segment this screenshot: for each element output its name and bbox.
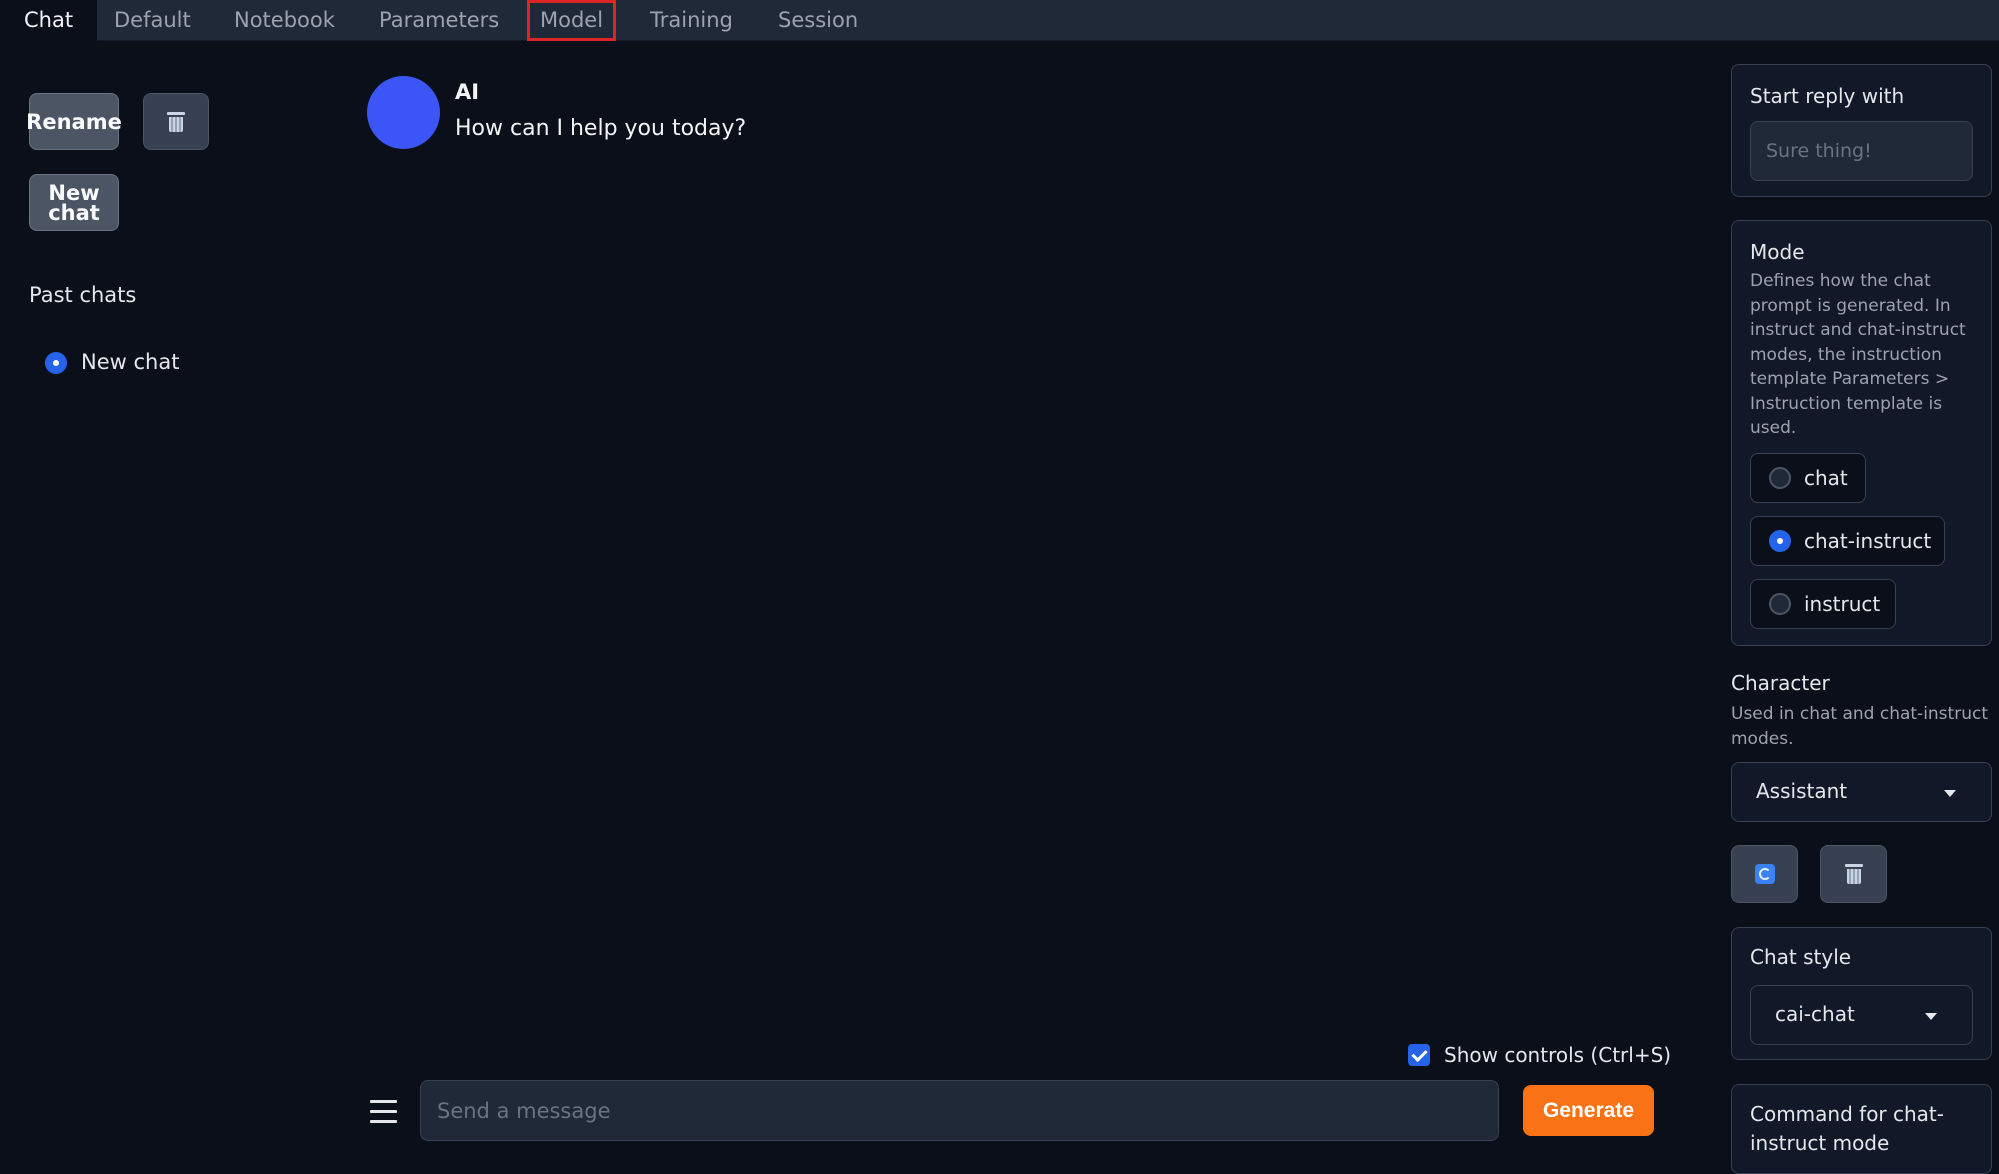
mode-label-chat: chat (1804, 466, 1848, 490)
mode-option-chat[interactable]: chat (1750, 453, 1866, 503)
hamburger-menu-icon[interactable] (370, 1100, 397, 1124)
generate-button[interactable]: Generate (1523, 1085, 1654, 1136)
tab-parameters[interactable]: Parameters (379, 0, 499, 41)
command-panel: Command for chat-instruct mode (1731, 1084, 1992, 1174)
past-chat-radio[interactable] (45, 352, 67, 374)
tab-default[interactable]: Default (114, 0, 191, 41)
delete-chat-button[interactable] (143, 93, 209, 150)
mode-radio-instruct[interactable] (1769, 593, 1791, 615)
mode-title: Mode (1750, 240, 1805, 264)
mode-radio-chat-instruct[interactable] (1769, 530, 1791, 552)
mode-description: Defines how the chat prompt is generated… (1750, 271, 1966, 438)
delete-character-button[interactable] (1820, 845, 1887, 903)
start-reply-title: Start reply with (1750, 84, 1905, 108)
mode-option-instruct[interactable]: instruct (1750, 579, 1896, 629)
tab-training[interactable]: Training (650, 0, 733, 41)
tab-bar: Chat Default Notebook Parameters Model T… (0, 0, 1999, 41)
new-chat-button[interactable]: New chat (29, 174, 119, 231)
trash-icon (1844, 864, 1863, 884)
character-description: Used in chat and chat-instruct modes. (1731, 704, 1988, 749)
show-controls-toggle[interactable]: Show controls (Ctrl+S) (1408, 1042, 1671, 1068)
message-author: AI (455, 80, 480, 104)
show-controls-checkbox[interactable] (1408, 1044, 1430, 1066)
caret-down-icon (1925, 1013, 1937, 1020)
mode-panel: Mode Defines how the chat prompt is gene… (1731, 220, 1992, 646)
tab-chat[interactable]: Chat (0, 0, 98, 41)
character-value: Assistant (1756, 779, 1848, 803)
message-input[interactable] (420, 1080, 1499, 1141)
message-text: How can I help you today? (455, 116, 747, 141)
caret-down-icon (1944, 790, 1956, 797)
trash-icon (167, 111, 185, 132)
chat-style-title: Chat style (1750, 945, 1852, 969)
past-chat-item[interactable]: New chat (45, 350, 225, 376)
character-dropdown[interactable]: Assistant (1731, 762, 1992, 822)
chat-style-panel: Chat style cai-chat (1731, 927, 1992, 1060)
show-controls-label: Show controls (Ctrl+S) (1444, 1043, 1672, 1067)
chat-style-dropdown[interactable]: cai-chat (1750, 985, 1973, 1045)
command-title: Command for chat-instruct mode (1750, 1102, 1944, 1155)
tab-session[interactable]: Session (778, 0, 858, 41)
start-reply-input[interactable] (1750, 121, 1973, 181)
mode-label-instruct: instruct (1804, 592, 1881, 616)
ai-avatar (367, 76, 440, 149)
past-chat-label: New chat (81, 350, 180, 374)
refresh-character-button[interactable] (1731, 845, 1798, 903)
start-reply-panel: Start reply with (1731, 64, 1992, 197)
past-chats-label: Past chats (29, 283, 137, 307)
refresh-icon (1754, 864, 1775, 884)
character-title: Character (1731, 671, 1830, 695)
tab-model[interactable]: Model (527, 0, 617, 41)
chat-style-value: cai-chat (1775, 1002, 1855, 1026)
rename-button[interactable]: Rename (26, 93, 122, 150)
mode-radio-chat[interactable] (1769, 467, 1791, 489)
mode-label-chat-instruct: chat-instruct (1804, 529, 1932, 553)
tab-notebook[interactable]: Notebook (234, 0, 335, 41)
mode-option-chat-instruct[interactable]: chat-instruct (1750, 516, 1945, 566)
